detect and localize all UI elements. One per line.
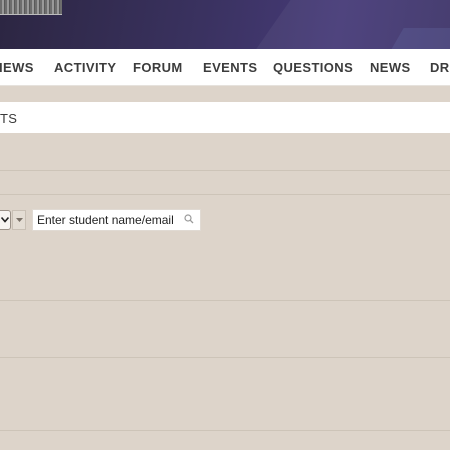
nav-item-activity[interactable]: ACTIVITY [54, 60, 116, 75]
row-divider [0, 430, 450, 431]
nav-item-news[interactable]: IEWS [0, 60, 34, 75]
site-logo[interactable] [0, 0, 62, 15]
row-divider [0, 170, 450, 171]
row-divider [0, 194, 450, 195]
nav-item-questions[interactable]: QUESTIONS [273, 60, 353, 75]
chevron-down-icon [1, 217, 9, 223]
nav-item-forum[interactable]: FORUM [133, 60, 183, 75]
filter-select[interactable] [0, 210, 11, 230]
header-banner [0, 0, 450, 49]
dropdown-toggle-button[interactable] [12, 210, 26, 230]
search-icon[interactable] [184, 214, 194, 224]
nav-item-truncated[interactable]: DRI [430, 60, 450, 75]
main-navigation: IEWS ACTIVITY FORUM EVENTS QUESTIONS NEW… [0, 49, 450, 86]
caret-down-icon [16, 218, 23, 222]
row-divider [0, 300, 450, 301]
nav-item-news-2[interactable]: NEWS [370, 60, 411, 75]
page-section-title: TS [0, 111, 18, 126]
nav-item-events[interactable]: EVENTS [203, 60, 257, 75]
student-search-field [32, 209, 201, 231]
sub-header-bar: TS [0, 102, 450, 133]
student-search-input[interactable] [33, 210, 185, 230]
row-divider [0, 357, 450, 358]
